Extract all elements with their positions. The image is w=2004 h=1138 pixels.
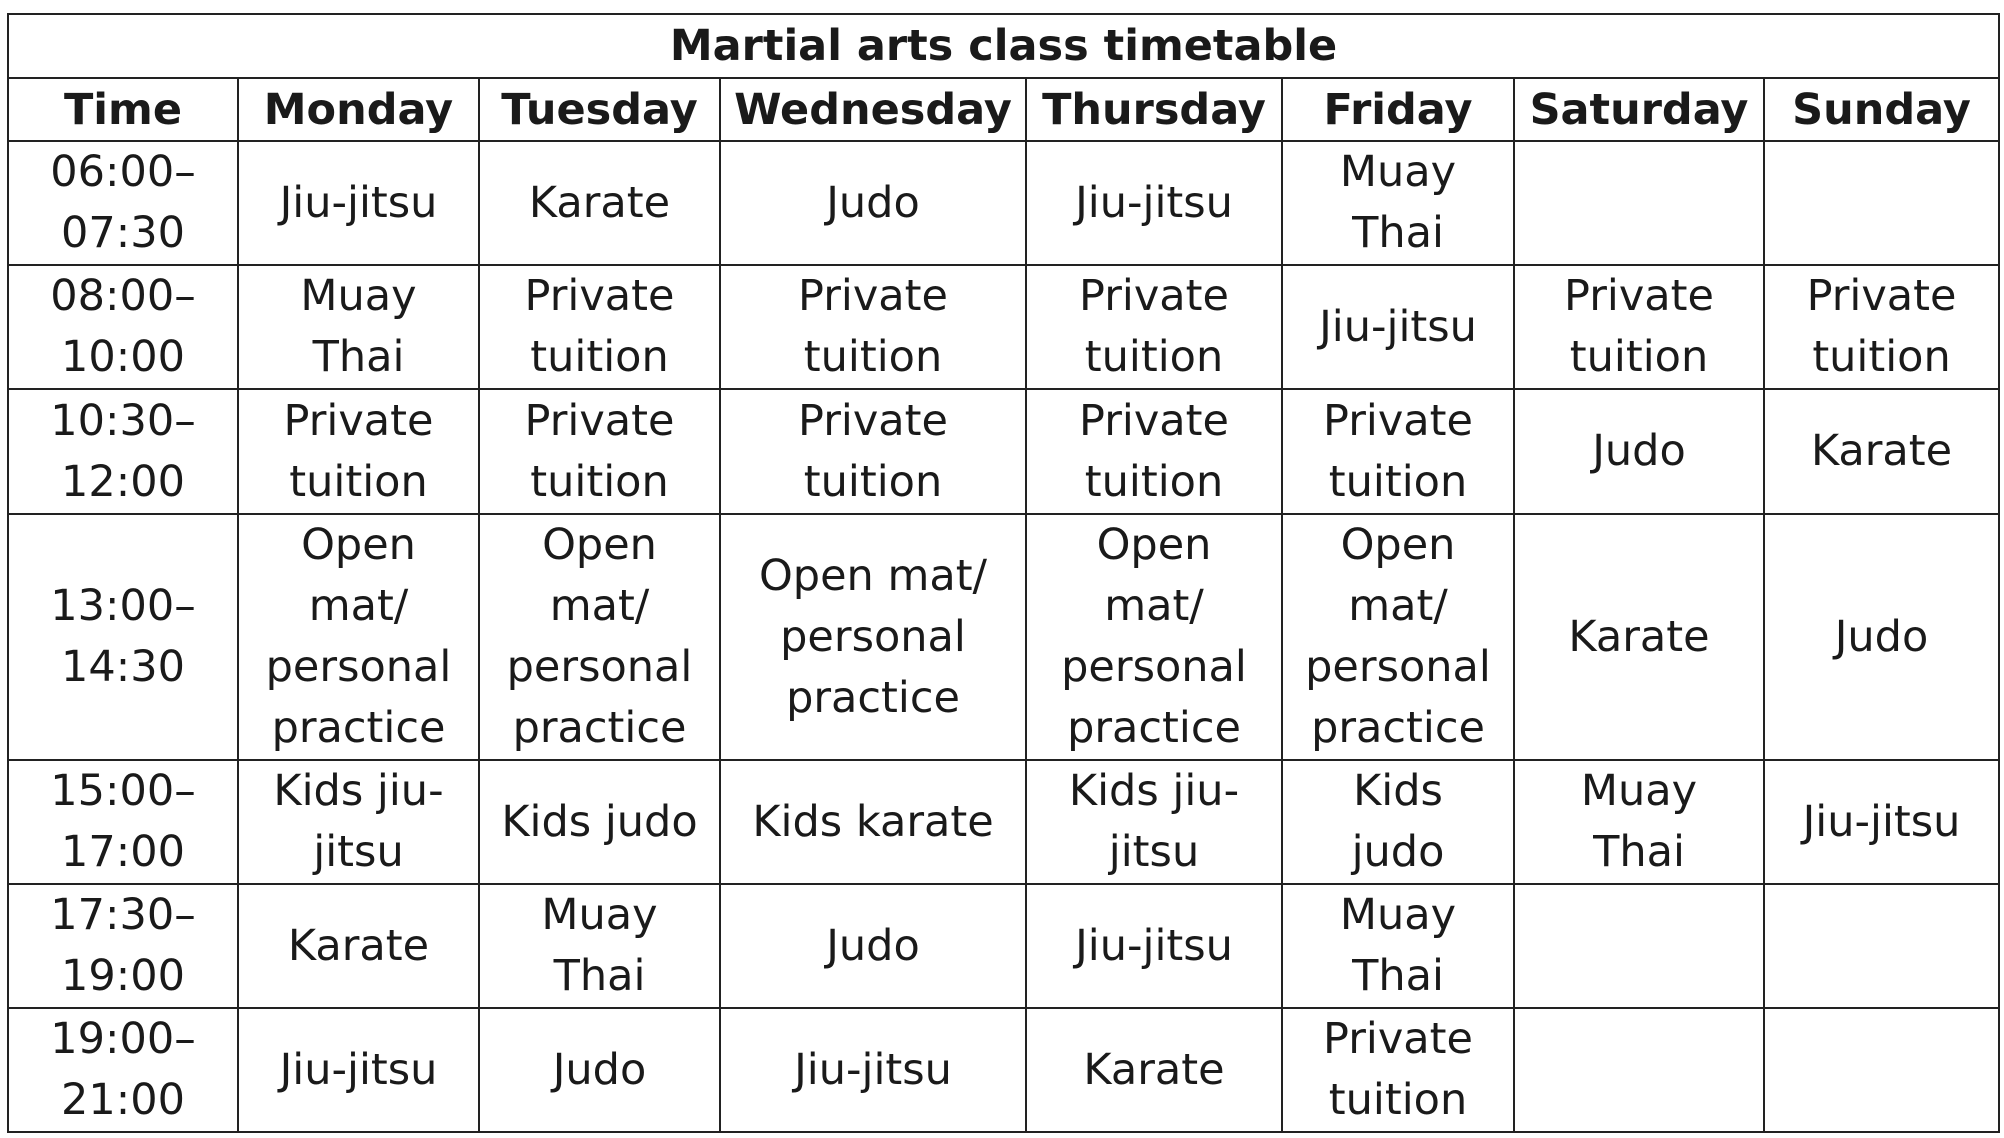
class-cell-sunday (1762, 140, 2001, 266)
class-cell-friday: Muay Thai (1281, 883, 1515, 1009)
table-title: Martial arts class timetable (6, 13, 2001, 79)
class-cell-thursday: Jiu-jitsu (1025, 883, 1283, 1009)
class-cell-wednesday: Judo (719, 140, 1027, 266)
class-cell-monday: Kids jiu-jitsu (237, 759, 480, 885)
class-cell-tuesday: Muay Thai (478, 883, 721, 1009)
header-monday: Monday (237, 77, 480, 142)
class-cell-sunday (1762, 1007, 2001, 1133)
table-row: 17:30– 19:00 Karate Muay Thai Judo Jiu-jitsu Mu… (7, 883, 2001, 1009)
class-cell-monday: Private tuition (237, 388, 480, 515)
class-cell-monday: Jiu-jitsu (237, 140, 480, 266)
class-cell-thursday: Jiu-jitsu (1025, 140, 1283, 266)
class-cell-thursday: Kids jiu-jitsu (1025, 759, 1283, 885)
header-friday: Friday (1281, 77, 1515, 142)
table-row: 08:00– 10:00 Muay Thai Private tuition Private… (7, 264, 2001, 390)
class-cell-friday: Open mat/personal practice (1281, 513, 1515, 761)
table-row: 06:00– 07:30 Jiu-jitsu Karate Judo Jiu-jitsu M… (7, 140, 2001, 266)
class-cell-wednesday: Private tuition (719, 264, 1027, 390)
class-cell-tuesday: Open mat/personal practice (478, 513, 721, 761)
header-tuesday: Tuesday (478, 77, 721, 142)
timetable-body: 06:00– 07:30 Jiu-jitsu Karate Judo Jiu-jitsu M… (7, 140, 2001, 1133)
table-row: 13:00– 14:30 Open mat/personal practice Open m… (7, 513, 2001, 761)
class-cell-saturday (1513, 140, 1765, 266)
class-cell-thursday: Open mat/personal practice (1025, 513, 1283, 761)
class-cell-saturday: Muay Thai (1513, 759, 1765, 885)
header-wednesday: Wednesday (719, 77, 1027, 142)
class-cell-tuesday: Karate (478, 140, 721, 266)
class-cell-sunday: Judo (1762, 513, 2001, 761)
class-cell-friday: Jiu-jitsu (1281, 264, 1515, 390)
time-cell: 08:00– 10:00 (7, 264, 239, 390)
class-cell-monday: Jiu-jitsu (237, 1007, 480, 1133)
class-cell-saturday (1513, 1007, 1765, 1133)
time-cell: 13:00– 14:30 (7, 513, 239, 761)
time-cell: 06:00– 07:30 (7, 140, 239, 266)
class-cell-wednesday: Kids karate (719, 759, 1027, 885)
time-cell: 15:00– 17:00 (7, 759, 239, 885)
class-cell-saturday: Judo (1513, 388, 1765, 515)
class-cell-friday: Kids judo (1281, 759, 1515, 885)
header-saturday: Saturday (1513, 77, 1765, 142)
class-cell-wednesday: Jiu-jitsu (719, 1007, 1027, 1133)
time-cell: 19:00– 21:00 (7, 1007, 239, 1133)
header-sunday: Sunday (1762, 77, 2001, 142)
class-cell-saturday (1513, 883, 1765, 1009)
class-cell-friday: Private tuition (1281, 388, 1515, 515)
timetable-page: Martial arts class timetable Time Monday… (0, 0, 2004, 1138)
class-cell-wednesday: Open mat/personal practice (719, 513, 1027, 761)
class-cell-tuesday: Judo (478, 1007, 721, 1133)
class-cell-monday: Muay Thai (237, 264, 480, 390)
class-cell-saturday: Private tuition (1513, 264, 1765, 390)
class-cell-monday: Karate (237, 883, 480, 1009)
class-cell-thursday: Karate (1025, 1007, 1283, 1133)
class-cell-friday: Muay Thai (1281, 140, 1515, 266)
time-cell: 10:30– 12:00 (7, 388, 239, 515)
table-row: 15:00– 17:00 Kids jiu-jitsu Kids judo Kids k… (7, 759, 2001, 885)
class-cell-sunday: Jiu-jitsu (1762, 759, 2001, 885)
timetable: Martial arts class timetable Time Monday… (6, 13, 2001, 1133)
class-cell-monday: Open mat/personal practice (237, 513, 480, 761)
header-thursday: Thursday (1025, 77, 1283, 142)
time-cell: 17:30– 19:00 (7, 883, 239, 1009)
class-cell-tuesday: Private tuition (478, 264, 721, 390)
table-row: 10:30– 12:00 Private tuition Private tuition P… (7, 388, 2001, 515)
class-cell-saturday: Karate (1513, 513, 1765, 761)
class-cell-sunday: Private tuition (1762, 264, 2001, 390)
class-cell-tuesday: Kids judo (478, 759, 721, 885)
class-cell-sunday: Karate (1762, 388, 2001, 515)
class-cell-wednesday: Private tuition (719, 388, 1027, 515)
class-cell-friday: Private tuition (1281, 1007, 1515, 1133)
header-time: Time (7, 77, 239, 142)
class-cell-sunday (1762, 883, 2001, 1009)
table-row: 19:00– 21:00 Jiu-jitsu Judo Jiu-jitsu Karate… (7, 1007, 2001, 1133)
class-cell-tuesday: Private tuition (478, 388, 721, 515)
class-cell-thursday: Private tuition (1025, 388, 1283, 515)
header-row: Time Monday Tuesday Wednesday Thursday F… (7, 77, 2001, 142)
class-cell-thursday: Private tuition (1025, 264, 1283, 390)
class-cell-wednesday: Judo (719, 883, 1027, 1009)
